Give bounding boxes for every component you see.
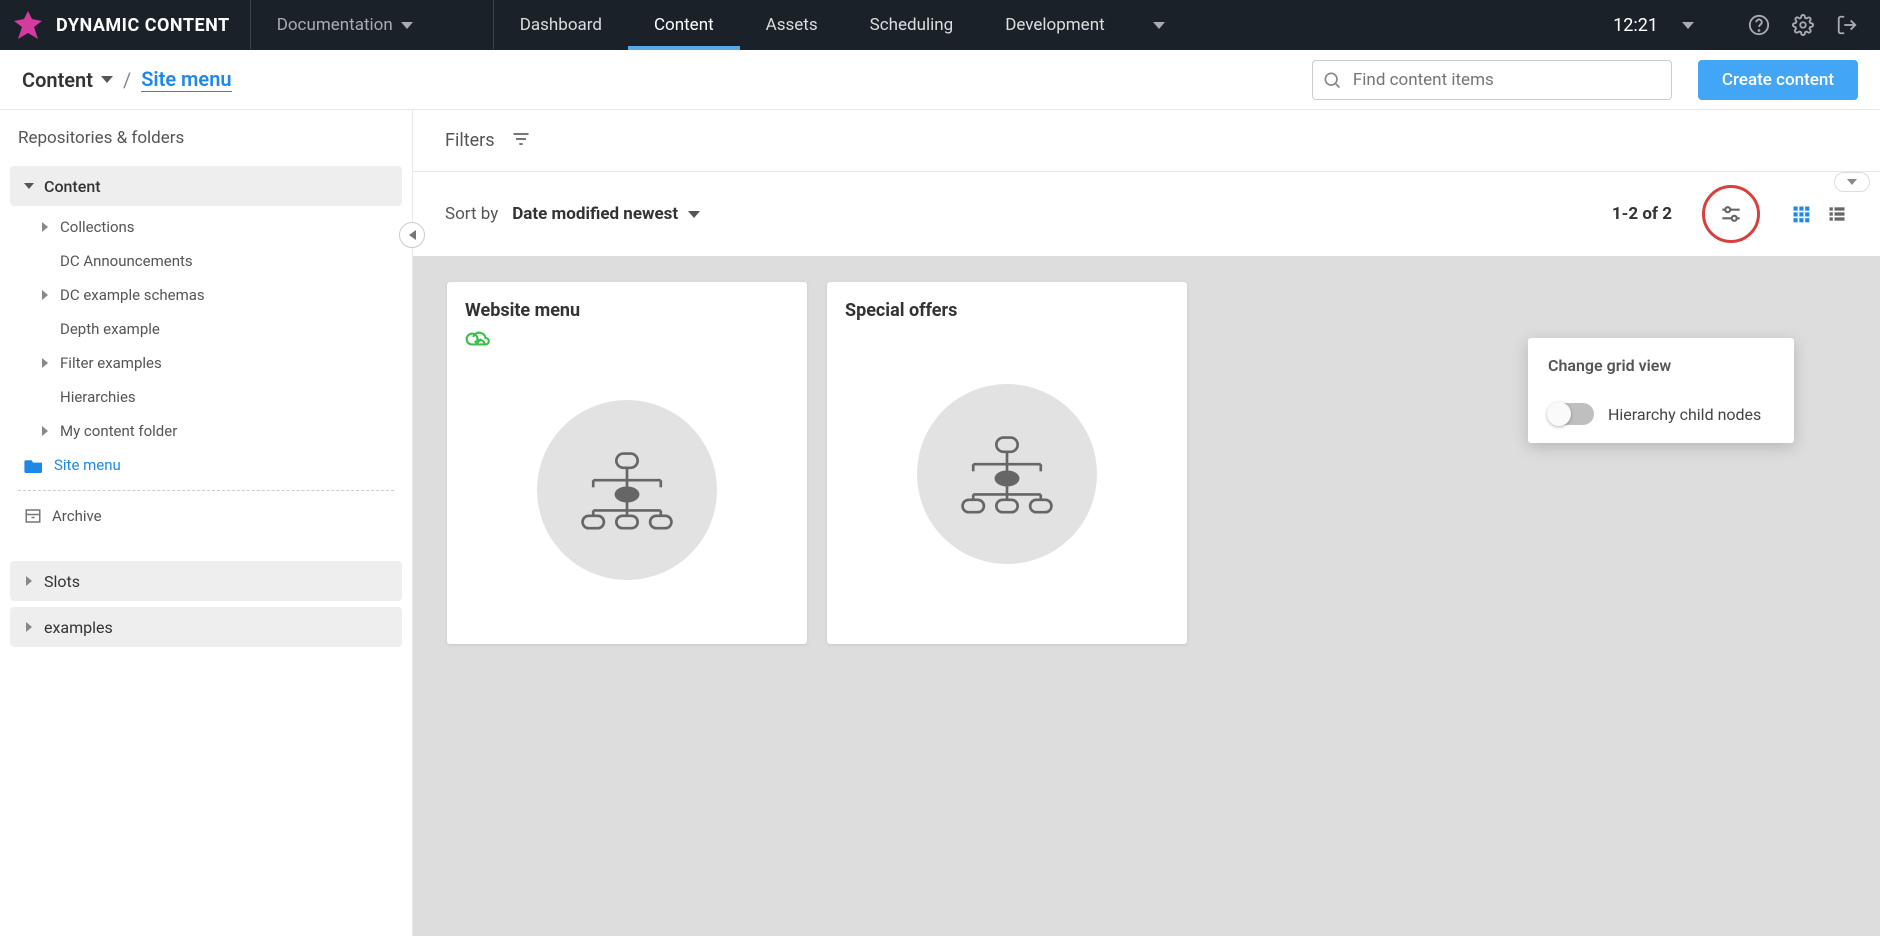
card-figure xyxy=(845,321,1169,626)
sidebar: Repositories & folders Content Collectio… xyxy=(0,110,413,936)
sidebar-item-label: My content folder xyxy=(60,422,177,440)
archive-icon xyxy=(24,507,42,525)
sort-label: Sort by xyxy=(445,204,498,224)
breadcrumb-current[interactable]: Site menu xyxy=(141,67,231,92)
sort-value[interactable]: Date modified newest xyxy=(512,204,700,224)
chevron-right-icon xyxy=(26,622,32,632)
chevron-right-icon xyxy=(42,222,48,232)
nav-development[interactable]: Development xyxy=(979,0,1190,50)
brand-logo-icon xyxy=(12,9,44,41)
chevron-right-icon xyxy=(42,358,48,368)
result-count: 1-2 of 2 xyxy=(1612,204,1672,224)
hierarchy-icon xyxy=(952,434,1062,514)
create-content-button[interactable]: Create content xyxy=(1698,60,1858,100)
chevron-down-icon xyxy=(24,183,34,189)
sidebar-item-collections[interactable]: Collections xyxy=(10,210,402,244)
cloud-check-icon xyxy=(465,329,491,349)
sort-bar: Sort by Date modified newest 1-2 of 2 xyxy=(413,172,1880,256)
sidebar-item-label: Depth example xyxy=(60,320,160,338)
brand-text: DYNAMIC CONTENT xyxy=(56,15,230,36)
collapse-sidebar-button[interactable] xyxy=(399,222,425,248)
popover-title: Change grid view xyxy=(1548,356,1774,375)
topbar: DYNAMIC CONTENT Documentation Dashboard … xyxy=(0,0,1880,50)
content-card[interactable]: Website menu xyxy=(447,282,807,644)
sidebar-group-examples[interactable]: examples xyxy=(10,607,402,647)
sidebar-archive[interactable]: Archive xyxy=(10,499,402,533)
grid-settings-popover: Change grid view Hierarchy child nodes xyxy=(1528,338,1794,443)
card-title: Website menu xyxy=(465,300,789,321)
nav-assets[interactable]: Assets xyxy=(740,0,844,50)
chevron-down-icon xyxy=(401,22,413,29)
expand-toolbar-button[interactable] xyxy=(1834,172,1870,192)
nav-content[interactable]: Content xyxy=(628,0,740,50)
subheader: Content / Site menu Create content xyxy=(0,50,1880,110)
toggle-label: Hierarchy child nodes xyxy=(1608,405,1761,424)
grid-settings-button[interactable] xyxy=(1702,185,1760,243)
published-badge xyxy=(465,329,789,353)
sidebar-top-content[interactable]: Content xyxy=(10,166,402,206)
hierarchy-icon xyxy=(572,450,682,530)
sidebar-item-label: Filter examples xyxy=(60,354,162,372)
chevron-down-icon xyxy=(1153,22,1165,29)
topbar-right: 12:21 xyxy=(1613,0,1880,50)
breadcrumb: Content / Site menu xyxy=(22,67,232,92)
content-card[interactable]: Special offers xyxy=(827,282,1187,644)
filters-label: Filters xyxy=(445,130,495,151)
tree-separator xyxy=(18,490,394,491)
sidebar-item-label: Collections xyxy=(60,218,135,236)
search-wrap xyxy=(1312,60,1672,100)
list-view-button[interactable] xyxy=(1826,203,1848,225)
chevron-down-icon xyxy=(688,211,700,218)
folder-icon xyxy=(24,457,44,473)
sidebar-item-dc-announcements[interactable]: DC Announcements xyxy=(10,244,402,278)
grid-view-button[interactable] xyxy=(1790,203,1812,225)
sidebar-item-depth-example[interactable]: Depth example xyxy=(10,312,402,346)
nav-scheduling[interactable]: Scheduling xyxy=(844,0,980,50)
logout-icon[interactable] xyxy=(1834,12,1860,38)
grid-icon xyxy=(1791,204,1811,224)
chevron-left-icon xyxy=(409,230,416,240)
filter-icon[interactable] xyxy=(511,129,531,153)
chevron-down-icon[interactable] xyxy=(1682,22,1694,29)
sidebar-item-label: DC Announcements xyxy=(60,252,193,270)
nav-documentation-label: Documentation xyxy=(277,15,393,35)
card-title: Special offers xyxy=(845,300,1169,321)
sidebar-heading: Repositories & folders xyxy=(10,128,402,166)
filters-bar: Filters xyxy=(413,110,1880,172)
main: Filters Sort by Date modified newest 1-2… xyxy=(413,110,1880,936)
card-figure xyxy=(465,353,789,626)
chevron-right-icon xyxy=(26,576,32,586)
sidebar-item-filter-examples[interactable]: Filter examples xyxy=(10,346,402,380)
chevron-right-icon xyxy=(42,426,48,436)
hierarchy-child-nodes-toggle[interactable] xyxy=(1548,403,1594,425)
sidebar-group-slots[interactable]: Slots xyxy=(10,561,402,601)
search-input[interactable] xyxy=(1312,60,1672,100)
sidebar-item-my-content-folder[interactable]: My content folder xyxy=(10,414,402,448)
gear-icon[interactable] xyxy=(1790,12,1816,38)
sidebar-item-hierarchies[interactable]: Hierarchies xyxy=(10,380,402,414)
nav-dashboard[interactable]: Dashboard xyxy=(494,0,628,50)
breadcrumb-separator: / xyxy=(123,68,131,92)
chevron-down-icon xyxy=(101,76,113,83)
sidebar-item-label: DC example schemas xyxy=(60,286,205,304)
search-icon xyxy=(1322,70,1342,90)
chevron-right-icon xyxy=(42,290,48,300)
brand[interactable]: DYNAMIC CONTENT xyxy=(0,0,251,50)
chevron-down-icon xyxy=(1847,179,1857,185)
nav-documentation[interactable]: Documentation xyxy=(251,0,494,50)
sliders-icon xyxy=(1718,201,1744,227)
nav-group: Documentation Dashboard Content Assets S… xyxy=(251,0,1191,50)
sidebar-item-label: Hierarchies xyxy=(60,388,136,406)
breadcrumb-root[interactable]: Content xyxy=(22,68,113,92)
sidebar-item-label: Site menu xyxy=(54,456,121,474)
sidebar-item-dc-example-schemas[interactable]: DC example schemas xyxy=(10,278,402,312)
sidebar-item-site-menu[interactable]: Site menu xyxy=(10,448,402,482)
help-icon[interactable] xyxy=(1746,12,1772,38)
list-icon xyxy=(1827,204,1847,224)
clock: 12:21 xyxy=(1613,15,1658,36)
